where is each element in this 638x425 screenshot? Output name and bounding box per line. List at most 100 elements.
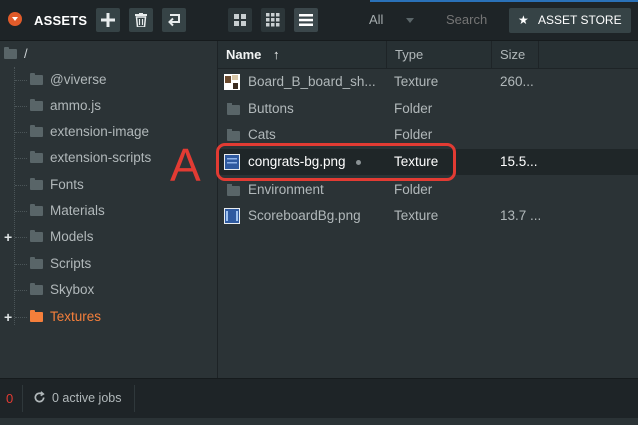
folder-icon (30, 283, 43, 295)
status-divider (22, 385, 23, 412)
folder-icon (30, 257, 43, 269)
tree-item-label: Fonts (50, 177, 84, 192)
annotation-highlight-box (216, 143, 456, 181)
table-row[interactable]: Buttons Folder (218, 96, 638, 122)
column-header-name[interactable]: Name ↑ (226, 41, 280, 68)
row-size: 15.5... (500, 154, 538, 169)
tree-item-label: Textures (50, 309, 102, 324)
tree-item-label: extension-image (50, 124, 150, 139)
folder-icon (30, 230, 43, 242)
search-input[interactable] (432, 8, 502, 32)
table-header: Name ↑ Type Size (218, 41, 638, 69)
annotation-letter: A (170, 139, 201, 191)
tree-branch (15, 158, 27, 159)
row-type: Folder (394, 101, 433, 116)
asset-store-label: ASSET STORE (538, 13, 622, 27)
delete-asset-button[interactable] (129, 8, 153, 32)
texture-thumbnail-icon (224, 74, 240, 90)
tree-branch (15, 317, 27, 318)
tree-branch (15, 106, 27, 107)
star-icon: ★ (518, 13, 529, 27)
error-count[interactable]: 0 (6, 391, 13, 406)
list-icon (299, 14, 313, 26)
row-name: Buttons (248, 101, 294, 116)
tree-item-viverse[interactable]: @viverse (0, 67, 217, 93)
column-header-type[interactable]: Type (395, 41, 423, 68)
tree-item-materials[interactable]: Materials (0, 198, 217, 224)
column-header-name-label: Name (226, 47, 262, 62)
top-accent-strip (370, 0, 638, 2)
tree-root[interactable]: / (0, 41, 217, 67)
tree-item-label: extension-scripts (50, 150, 152, 165)
tree-item-label: Skybox (50, 282, 95, 297)
folder-icon (30, 178, 43, 190)
active-jobs-label[interactable]: 0 active jobs (52, 391, 121, 405)
assets-toolbar: ASSETS All Search ★ ASSET STORE (0, 0, 638, 41)
tree-branch (15, 211, 27, 212)
panel-title: ASSETS (34, 13, 88, 28)
tree-branch (15, 80, 27, 81)
tree-item-label: Models (50, 229, 94, 244)
tree-item-label: ammo.js (50, 98, 102, 113)
refresh-icon (34, 391, 45, 403)
folder-icon (30, 204, 43, 216)
asset-table: Name ↑ Type Size Board_B_board_sh... Tex… (218, 41, 638, 378)
tree-branch (15, 264, 27, 265)
tree-branch (15, 237, 27, 238)
folder-icon (30, 310, 43, 322)
filter-value: All (369, 12, 384, 27)
view-details-list-button[interactable] (294, 8, 318, 32)
reimport-asset-button[interactable] (162, 8, 186, 32)
folder-icon (30, 99, 43, 111)
tree-item-ammo-js[interactable]: ammo.js (0, 93, 217, 119)
status-bar: 0 0 active jobs (0, 378, 638, 418)
tree-item-label: Scripts (50, 256, 92, 271)
row-size: 13.7 ... (500, 208, 542, 223)
row-type: Texture (394, 208, 439, 223)
folder-icon (227, 184, 240, 196)
tree-branch (15, 132, 27, 133)
tree-item-scripts[interactable]: Scripts (0, 251, 217, 277)
column-resize-handle[interactable] (538, 41, 539, 68)
folder-tree: / @viverse ammo.js extension-image exten… (0, 41, 217, 378)
texture-thumbnail-icon (224, 208, 240, 224)
tree-item-skybox[interactable]: Skybox (0, 277, 217, 303)
return-arrow-icon (168, 14, 180, 27)
view-small-grid-button[interactable] (261, 8, 285, 32)
bottom-edge (0, 418, 638, 425)
table-row[interactable]: Board_B_board_sh... Texture 260... (218, 69, 638, 95)
expand-icon[interactable]: + (4, 224, 12, 250)
folder-icon (4, 47, 17, 59)
tree-item-textures[interactable]: + Textures (0, 304, 217, 330)
tree-branch (15, 185, 27, 186)
tree-branch (15, 290, 27, 291)
grid-large-icon (234, 14, 246, 26)
column-resize-handle[interactable] (491, 41, 492, 68)
tree-item-models[interactable]: + Models (0, 224, 217, 250)
column-resize-handle[interactable] (386, 41, 387, 68)
status-divider (134, 385, 135, 412)
trash-icon (135, 13, 147, 27)
asset-store-button[interactable]: ★ ASSET STORE (509, 8, 631, 33)
folder-icon (30, 151, 43, 163)
folder-icon (227, 103, 240, 115)
expand-icon[interactable]: + (4, 304, 12, 330)
collapse-panel-icon[interactable] (8, 12, 22, 26)
asset-type-filter[interactable]: All (358, 8, 424, 32)
table-row[interactable]: ScoreboardBg.png Texture 13.7 ... (218, 203, 638, 229)
grid-small-icon (266, 13, 280, 27)
folder-icon (30, 125, 43, 137)
column-header-size[interactable]: Size (500, 41, 525, 68)
tree-item-label: @viverse (50, 72, 107, 87)
row-size: 260... (500, 74, 534, 89)
tree-root-label: / (24, 46, 28, 61)
tree-item-label: Materials (50, 203, 105, 218)
folder-icon (30, 73, 43, 85)
chevron-down-icon (406, 18, 414, 23)
add-asset-button[interactable] (96, 8, 120, 32)
folder-icon (227, 129, 240, 141)
row-name: Board_B_board_sh... (248, 74, 376, 89)
row-type: Texture (394, 74, 439, 89)
view-large-grid-button[interactable] (228, 8, 252, 32)
row-name: ScoreboardBg.png (248, 208, 361, 223)
